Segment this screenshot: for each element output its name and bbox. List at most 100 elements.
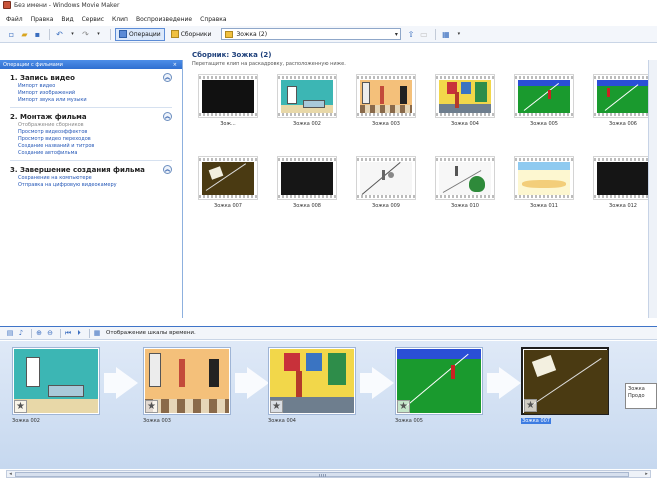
task-import-video[interactable]: Импорт видео (10, 83, 172, 90)
section-finish-title[interactable]: 3. Завершение создания фильма ︽ (10, 164, 172, 175)
scroll-left-icon[interactable]: ◂ (7, 471, 14, 477)
collection-clip[interactable]: Зожка 011 (514, 156, 574, 209)
clip-label: Зожка 006 (609, 121, 637, 127)
clip-tooltip: Зожка Продо (625, 383, 657, 409)
menu-file[interactable]: Файл (6, 16, 23, 23)
collapse-icon[interactable]: ︽ (163, 73, 172, 82)
show-timeline-label[interactable]: Отображение шкалы времени. (106, 330, 196, 336)
effect-star-icon[interactable]: ★ (14, 400, 27, 413)
collection-scrollbar[interactable] (648, 60, 657, 318)
menu-edit[interactable]: Правка (31, 16, 54, 23)
collections-button[interactable]: Сборники (167, 28, 216, 41)
collection-clip[interactable]: Зожка 010 (435, 156, 495, 209)
redo-dropdown-icon[interactable]: ▾ (93, 29, 104, 40)
effect-star-icon[interactable]: ★ (145, 400, 158, 413)
operations-label: Операции (129, 30, 161, 38)
scrollbar-thumb[interactable] (15, 472, 629, 477)
task-send-to-camera[interactable]: Отправка на цифровую видеокамеру (10, 182, 172, 189)
clip-frame (439, 80, 491, 114)
transition-slot[interactable] (235, 373, 247, 393)
task-show-collections[interactable]: Отображение сборников (10, 122, 172, 129)
collection-clip[interactable]: Зожка 009 (356, 156, 416, 209)
task-import-pictures[interactable]: Импорт изображений (10, 90, 172, 97)
storyboard-clip[interactable]: ★ (268, 347, 356, 415)
undo-icon[interactable]: ↶ (54, 29, 65, 40)
timeline-view-icon[interactable]: ▦ (93, 329, 101, 337)
section-edit-title[interactable]: 2. Монтаж фильма ︽ (10, 111, 172, 122)
section-capture-title[interactable]: 1. Запись видео ︽ (10, 72, 172, 83)
storyboard-scrollbar[interactable]: ◂ ▸ (6, 470, 651, 478)
chevron-down-icon[interactable]: ▾ (392, 29, 400, 39)
views-dropdown-icon[interactable]: ▾ (453, 29, 464, 40)
storyboard-clip-selected[interactable]: ★ (521, 347, 609, 415)
collection-clip[interactable]: Зожка 012 (593, 156, 653, 209)
effect-star-icon[interactable]: ★ (397, 400, 410, 413)
menu-view[interactable]: Вид (61, 16, 73, 23)
clip-thumbnail (356, 156, 416, 200)
new-project-icon[interactable]: ▫ (6, 29, 17, 40)
collection-clip[interactable]: Зож... (198, 74, 258, 127)
storyboard-clip[interactable]: ★ (143, 347, 231, 415)
storyboard-clip[interactable]: ★ (12, 347, 100, 415)
storyboard-clip-label: Зожка 004 (268, 418, 296, 424)
transition-arrow-icon (116, 367, 138, 399)
collection-clip[interactable]: Зожка 008 (277, 156, 337, 209)
collapse-icon[interactable]: ︽ (163, 165, 172, 174)
zoom-in-icon[interactable]: ⊕ (35, 329, 43, 337)
views-icon[interactable]: ▦ (440, 29, 451, 40)
redo-icon[interactable]: ↷ (80, 29, 91, 40)
clip-thumbnail (198, 156, 258, 200)
operations-button[interactable]: Операции (115, 27, 165, 41)
close-icon[interactable]: × (173, 62, 177, 68)
toolbar-separator (110, 28, 111, 40)
transition-slot[interactable] (360, 373, 372, 393)
storyboard-clip-label: Зожка 002 (12, 418, 40, 424)
movie-tasks-header: Операции с фильмами × (0, 60, 182, 69)
storyboard-clip[interactable]: ★ (395, 347, 483, 415)
collection-clip[interactable]: Зожка 006 (593, 74, 653, 127)
menu-clip[interactable]: Клип (112, 16, 128, 23)
collection-select[interactable]: Зожка (2) ▾ (221, 28, 402, 40)
menu-playback[interactable]: Воспроизведение (136, 16, 192, 23)
zoom-out-icon[interactable]: ⊖ (46, 329, 54, 337)
save-project-icon[interactable]: ▪ (32, 29, 43, 40)
storyboard-icon[interactable]: ▤ (6, 329, 14, 337)
scroll-right-icon[interactable]: ▸ (643, 471, 650, 477)
clip-thumbnail (593, 156, 653, 200)
clip-thumbnail (593, 74, 653, 118)
transition-slot[interactable] (487, 373, 499, 393)
transition-slot[interactable] (104, 373, 116, 393)
clip-label: Зожка 007 (214, 203, 242, 209)
task-import-audio[interactable]: Импорт звука или музыки (10, 97, 172, 104)
storyboard-toolbar: ▤ ♪ ⊕ ⊖ ⏮ ⏵ ▦ Отображение шкалы времени. (0, 326, 657, 340)
collapse-icon[interactable]: ︽ (163, 112, 172, 121)
transition-arrow-icon (372, 367, 394, 399)
collection-clip[interactable]: Зожка 004 (435, 74, 495, 127)
collection-clip[interactable]: Зожка 005 (514, 74, 574, 127)
effect-star-icon[interactable]: ★ (270, 400, 283, 413)
task-view-transitions[interactable]: Просмотр видео переходов (10, 136, 172, 143)
task-save-to-computer[interactable]: Сохранение на компьютере (10, 175, 172, 182)
pane-splitter[interactable] (0, 318, 657, 326)
collection-clip[interactable]: Зожка 007 (198, 156, 258, 209)
menu-help[interactable]: Справка (200, 16, 226, 23)
task-make-automovie[interactable]: Создание автофильма (10, 150, 172, 157)
collection-clip[interactable]: Зожка 002 (277, 74, 337, 127)
title-bar: Без имени - Windows Movie Maker (0, 0, 657, 10)
operations-icon (119, 30, 127, 38)
clip-thumbnail (277, 156, 337, 200)
clip-frame (202, 80, 254, 114)
play-icon[interactable]: ⏵ (75, 329, 83, 337)
rewind-icon[interactable]: ⏮ (64, 329, 72, 337)
menu-tools[interactable]: Сервис (82, 16, 104, 23)
narrate-icon[interactable]: ♪ (17, 329, 25, 337)
task-view-effects[interactable]: Просмотр видеоэффектов (10, 129, 172, 136)
up-level-icon[interactable]: ⇧ (405, 29, 416, 40)
task-make-titles[interactable]: Создание названий и титров (10, 143, 172, 150)
collection-clip[interactable]: Зожка 003 (356, 74, 416, 127)
effect-star-icon[interactable]: ★ (524, 399, 537, 412)
new-collection-icon[interactable]: ▭ (418, 29, 429, 40)
clip-thumbnail (514, 156, 574, 200)
undo-dropdown-icon[interactable]: ▾ (67, 29, 78, 40)
open-project-icon[interactable]: ▰ (19, 29, 30, 40)
